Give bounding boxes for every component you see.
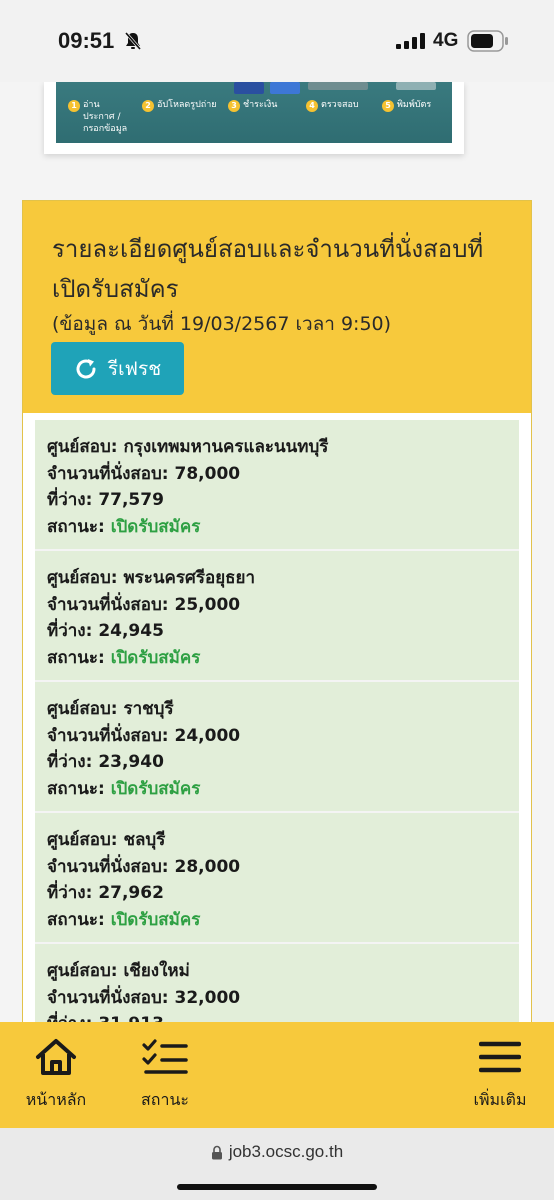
banner-step: 5 พิมพ์บัตร bbox=[382, 99, 431, 112]
center-name: ศูนย์สอบ: เชียงใหม่ bbox=[47, 961, 190, 981]
refresh-icon bbox=[76, 358, 96, 378]
status-row: สถานะ: เปิดรับสมัคร bbox=[47, 907, 519, 934]
available-seats: ที่ว่าง: 23,940 bbox=[47, 752, 164, 772]
banner-step: 3 ชำระเงิน bbox=[228, 99, 277, 112]
banner-decoration bbox=[308, 82, 368, 90]
signal-icon bbox=[396, 33, 426, 53]
step-label: อัปโหลดรูปถ่าย bbox=[157, 100, 217, 110]
bell-muted-icon bbox=[124, 31, 142, 55]
nav-status[interactable]: สถานะ bbox=[130, 1022, 200, 1128]
available-seats: ที่ว่าง: 31,913 bbox=[47, 1011, 519, 1022]
available-seats: ที่ว่าง: 24,945 bbox=[47, 621, 164, 641]
status-row: สถานะ: เปิดรับสมัคร bbox=[47, 514, 519, 541]
panel-header: รายละเอียดศูนย์สอบและจำนวนที่นั่งสอบที่เ… bbox=[23, 201, 531, 413]
exam-center-panel: รายละเอียดศูนย์สอบและจำนวนที่นั่งสอบที่เ… bbox=[22, 200, 532, 1022]
seat-count: จำนวนที่นั่งสอบ: 28,000 bbox=[47, 856, 241, 877]
list-item: ศูนย์สอบ: ราชบุรี จำนวนที่นั่งสอบ: 24,00… bbox=[35, 682, 519, 813]
banner-step: 2 อัปโหลดรูปถ่าย bbox=[142, 99, 217, 112]
seat-count: จำนวนที่นั่งสอบ: 78,000 bbox=[47, 463, 241, 484]
lock-icon bbox=[211, 1145, 222, 1159]
center-name: ศูนย์สอบ: กรุงเทพมหานครและนนทบุรี bbox=[47, 437, 329, 457]
status-badge: เปิดรับสมัคร bbox=[110, 778, 201, 799]
status-label: สถานะ: bbox=[47, 647, 111, 668]
banner-decoration bbox=[234, 82, 264, 94]
banner-step: 4 ตรวจสอบ bbox=[306, 99, 359, 112]
step-number: 4 bbox=[306, 100, 318, 112]
page-content: 1 อ่านประกาศ / กรอกข้อมูล 2 อัปโหลดรูปถ่… bbox=[0, 82, 554, 1022]
seat-count: จำนวนที่นั่งสอบ: 25,000 bbox=[47, 594, 241, 615]
battery-icon bbox=[467, 30, 509, 56]
nav-more[interactable]: เพิ่มเติม bbox=[462, 1022, 538, 1128]
status-row: สถานะ: เปิดรับสมัคร bbox=[47, 645, 519, 672]
nav-home-label: หน้าหลัก bbox=[25, 1090, 87, 1109]
step-number: 1 bbox=[68, 100, 80, 112]
steps-banner-card: 1 อ่านประกาศ / กรอกข้อมูล 2 อัปโหลดรูปถ่… bbox=[44, 82, 464, 154]
status-label: สถานะ: bbox=[47, 516, 111, 537]
bottom-nav: หน้าหลัก สถานะ เพิ่มเติม bbox=[0, 1022, 554, 1128]
banner-decoration bbox=[396, 82, 436, 90]
seat-count: จำนวนที่นั่งสอบ: 32,000 bbox=[47, 987, 241, 1008]
home-indicator[interactable] bbox=[177, 1184, 377, 1190]
status-label: สถานะ: bbox=[47, 778, 111, 799]
step-number: 5 bbox=[382, 100, 394, 112]
step-label: ตรวจสอบ bbox=[321, 100, 359, 110]
step-label: พิมพ์บัตร bbox=[397, 100, 432, 110]
step-number: 3 bbox=[228, 100, 240, 112]
banner-decoration bbox=[270, 82, 300, 94]
step-number: 2 bbox=[142, 100, 154, 112]
nav-status-label: สถานะ bbox=[141, 1090, 189, 1109]
center-name: ศูนย์สอบ: พระนครศรีอยุธยา bbox=[47, 568, 256, 588]
list-item: ศูนย์สอบ: ชลบุรี จำนวนที่นั่งสอบ: 28,000… bbox=[35, 813, 519, 944]
refresh-label: รีเฟรช bbox=[107, 357, 162, 380]
center-name: ศูนย์สอบ: ชลบุรี bbox=[47, 830, 166, 850]
checklist-icon bbox=[142, 1036, 188, 1078]
data-timestamp: (ข้อมูล ณ วันที่ 19/03/2567 เวลา 9:50) bbox=[52, 313, 392, 335]
status-badge: เปิดรับสมัคร bbox=[110, 909, 201, 930]
status-bar: 09:51 4G bbox=[0, 0, 554, 82]
banner-step: 1 อ่านประกาศ / กรอกข้อมูล bbox=[68, 99, 131, 135]
nav-more-label: เพิ่มเติม bbox=[473, 1090, 527, 1109]
page-title: รายละเอียดศูนย์สอบและจำนวนที่นั่งสอบที่เ… bbox=[52, 235, 484, 303]
seat-count: จำนวนที่นั่งสอบ: 24,000 bbox=[47, 725, 241, 746]
nav-home[interactable]: หน้าหลัก bbox=[18, 1022, 94, 1128]
available-seats: ที่ว่าง: 27,962 bbox=[47, 883, 164, 903]
status-badge: เปิดรับสมัคร bbox=[110, 647, 201, 668]
status-row: สถานะ: เปิดรับสมัคร bbox=[47, 776, 519, 803]
steps-banner: 1 อ่านประกาศ / กรอกข้อมูล 2 อัปโหลดรูปถ่… bbox=[56, 82, 452, 143]
menu-icon bbox=[479, 1036, 521, 1078]
refresh-button[interactable]: รีเฟรช bbox=[51, 342, 184, 395]
exam-center-list: ศูนย์สอบ: กรุงเทพมหานครและนนทบุรี จำนวนท… bbox=[35, 420, 519, 1022]
status-label: สถานะ: bbox=[47, 909, 111, 930]
step-label: ชำระเงิน bbox=[243, 100, 278, 110]
available-seats: ที่ว่าง: 77,579 bbox=[47, 490, 164, 510]
address-bar[interactable]: job3.ocsc.go.th bbox=[0, 1142, 554, 1162]
list-item: ศูนย์สอบ: พระนครศรีอยุธยา จำนวนที่นั่งสอ… bbox=[35, 551, 519, 682]
network-type: 4G bbox=[433, 30, 459, 51]
clock: 09:51 bbox=[58, 28, 115, 53]
browser-url-bar: job3.ocsc.go.th bbox=[0, 1128, 554, 1200]
home-icon bbox=[34, 1036, 78, 1078]
list-item: ศูนย์สอบ: เชียงใหม่ จำนวนที่นั่งสอบ: 32,… bbox=[35, 944, 519, 1022]
url-text: job3.ocsc.go.th bbox=[228, 1142, 344, 1161]
status-badge: เปิดรับสมัคร bbox=[110, 516, 201, 537]
center-name: ศูนย์สอบ: ราชบุรี bbox=[47, 699, 174, 719]
list-item: ศูนย์สอบ: กรุงเทพมหานครและนนทบุรี จำนวนท… bbox=[35, 420, 519, 551]
step-label: อ่านประกาศ / กรอกข้อมูล bbox=[83, 100, 128, 134]
